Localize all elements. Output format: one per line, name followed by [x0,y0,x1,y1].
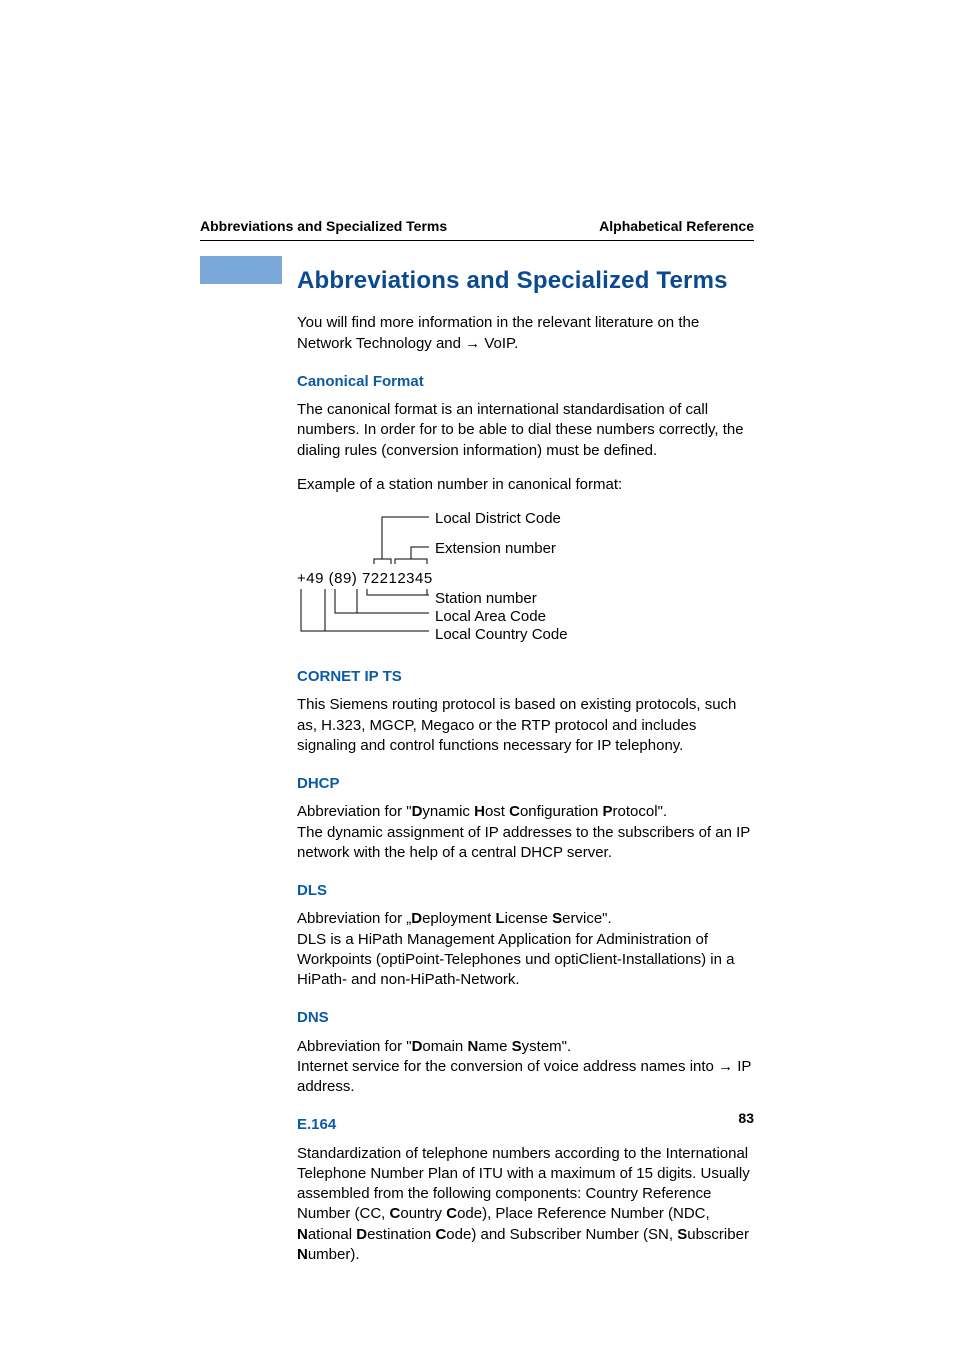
dls-body: Abbreviation for „Deployment License Ser… [297,909,754,990]
arrow-icon: → [718,1058,733,1075]
dls-dep: eployment [422,910,495,927]
page: Abbreviations and Specialized Terms Alph… [0,0,954,1265]
diagram-number: +49 (89) 72212345 [297,569,433,589]
e164-n2a: umber). [308,1246,360,1263]
decorative-band [200,256,282,284]
dls-bold-s: S [552,910,562,927]
dls-abbr-a: Abbreviation for „ [297,910,411,927]
term-heading-dhcp: DHCP [297,774,754,794]
dns-body: Abbreviation for "Domain Name System". I… [297,1037,754,1098]
e164-c3a: ode) and Subscriber Number (SN, [446,1226,677,1243]
dhcp-bold-p: P [603,803,613,820]
canonical-example-label: Example of a station number in canonical… [297,475,754,495]
dhcp-host: ost [485,803,509,820]
label-local-district: Local District Code [435,509,561,529]
dns-bold-n: N [467,1038,478,1055]
e164-s1: S [677,1226,687,1243]
page-header: Abbreviations and Specialized Terms Alph… [200,0,754,241]
term-heading-e164: E.164 [297,1115,754,1135]
term-heading-dls: DLS [297,881,754,901]
e164-s1a: ubscriber [687,1226,749,1243]
e164-c1a: ountry [400,1205,446,1222]
dns-desc-a: Internet service for the conversion of v… [297,1058,718,1075]
e164-c2a: ode), Place Reference Number (NDC, [457,1205,710,1222]
e164-c1: C [390,1205,401,1222]
canonical-body: The canonical format is an international… [297,400,754,461]
arrow-icon: → [465,335,480,352]
page-title: Abbreviations and Specialized Terms [297,265,754,297]
term-heading-dns: DNS [297,1008,754,1028]
term-heading-canonical: Canonical Format [297,372,754,392]
label-extension: Extension number [435,539,556,559]
e164-n1: N [297,1226,308,1243]
header-right: Alphabetical Reference [599,218,754,234]
dls-desc: DLS is a HiPath Management Application f… [297,931,734,989]
content-area: Abbreviations and Specialized Terms You … [297,241,754,1265]
canonical-diagram: +49 (89) 72212345 Local District Code Ex… [297,509,754,649]
dns-bold-s: S [512,1038,522,1055]
dns-name: ame [478,1038,511,1055]
dns-sys: ystem". [522,1038,572,1055]
e164-n1a: ational [308,1226,356,1243]
page-number: 83 [738,1110,754,1126]
e164-c3: C [435,1226,446,1243]
dhcp-abbr-a: Abbreviation for " [297,803,412,820]
intro-text-b: VoIP. [480,335,518,352]
term-heading-cornet: CORNET IP TS [297,667,754,687]
dhcp-bold-d: D [412,803,423,820]
e164-c2: C [446,1205,457,1222]
e164-d1: D [356,1226,367,1243]
dls-svc: ervice". [562,910,612,927]
dhcp-proto: rotocol". [613,803,668,820]
dls-bold-d: D [411,910,422,927]
intro-paragraph: You will find more information in the re… [297,313,754,354]
e164-n2: N [297,1246,308,1263]
dns-dom: omain [422,1038,467,1055]
e164-body: Standardization of telephone numbers acc… [297,1144,754,1266]
cornet-body: This Siemens routing protocol is based o… [297,695,754,756]
header-left: Abbreviations and Specialized Terms [200,218,447,234]
dhcp-body: Abbreviation for "Dynamic Host Configura… [297,802,754,863]
dhcp-bold-h: H [474,803,485,820]
label-local-country: Local Country Code [435,625,568,645]
dls-lic: icense [505,910,553,927]
dhcp-bold-c: C [509,803,520,820]
e164-d1a: estination [367,1226,435,1243]
dhcp-conf: onfiguration [520,803,603,820]
dls-bold-l: L [495,910,504,927]
dns-bold-d: D [412,1038,423,1055]
dhcp-dyn: ynamic [422,803,474,820]
dhcp-desc: The dynamic assignment of IP addresses t… [297,824,750,861]
dns-abbr-a: Abbreviation for " [297,1038,412,1055]
